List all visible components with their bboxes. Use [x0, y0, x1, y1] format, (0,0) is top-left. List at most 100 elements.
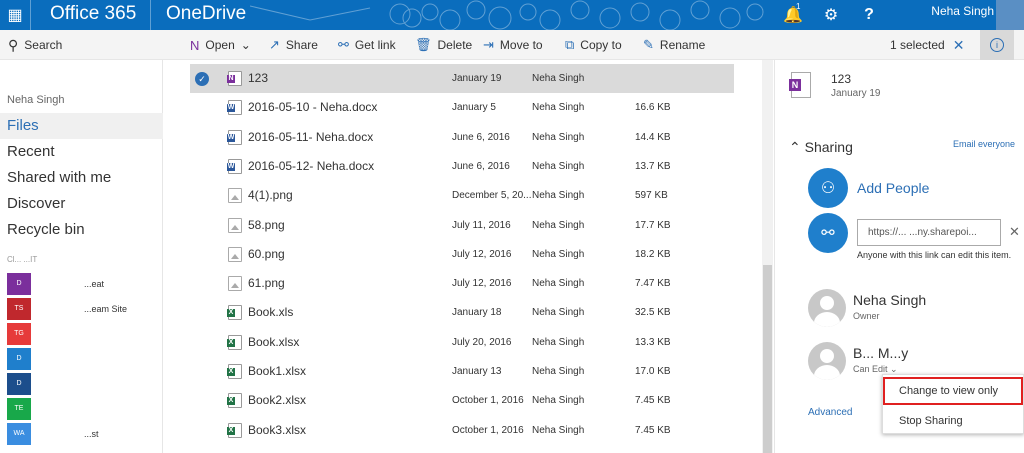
- share-button[interactable]: ↗ Share: [269, 30, 318, 60]
- command-bar: ⚲ Search N Open ⌄ ↗ Share ⚯ Get link 🗑 Delete …: [0, 30, 1024, 60]
- file-size: 13.3 KB: [635, 336, 671, 348]
- share-link-field[interactable]: https://... ...ny.sharepoi...: [857, 219, 1001, 246]
- file-row[interactable]: 61.png July 12, 2016 Neha Singh 7.47 KB: [190, 269, 734, 298]
- waffle-icon[interactable]: ▦: [0, 0, 30, 30]
- file-name[interactable]: 58.png: [248, 211, 285, 240]
- group-badge: D: [7, 348, 31, 370]
- file-name[interactable]: 123: [248, 64, 268, 93]
- file-row[interactable]: X Book3.xlsx October 1, 2016 Neha Singh 7.45…: [190, 416, 734, 445]
- help-icon[interactable]: ?: [851, 0, 887, 30]
- rename-button[interactable]: ✎ Rename: [643, 30, 705, 60]
- get-link-button[interactable]: ⚯ Get link: [338, 30, 396, 60]
- clear-selection-icon[interactable]: ✕: [953, 37, 965, 54]
- group-item[interactable]: D ...eat: [7, 273, 157, 295]
- file-name[interactable]: 4(1).png: [248, 181, 293, 210]
- scrollbar[interactable]: [762, 60, 773, 453]
- file-row[interactable]: 4(1).png December 5, 20... Neha Singh 597 K…: [190, 181, 734, 210]
- app-title[interactable]: OneDrive: [166, 0, 246, 30]
- move-to-label: Move to: [499, 38, 543, 52]
- advanced-link[interactable]: Advanced: [808, 407, 852, 418]
- file-row[interactable]: 60.png July 12, 2016 Neha Singh 18.2 KB: [190, 240, 734, 269]
- word-file-icon: W: [227, 129, 242, 145]
- file-modified-by: Neha Singh: [532, 336, 585, 348]
- user-avatar[interactable]: [996, 0, 1024, 30]
- details-file-name: 123: [831, 72, 852, 86]
- file-modified-by: Neha Singh: [532, 190, 585, 202]
- scrollbar-thumb[interactable]: [763, 265, 772, 453]
- nav-shared[interactable]: Shared with me: [0, 165, 163, 191]
- file-name[interactable]: Book3.xlsx: [248, 416, 306, 445]
- file-row[interactable]: X Book2.xlsx October 1, 2016 Neha Singh 7.45…: [190, 386, 734, 415]
- group-badge: WA: [7, 423, 31, 445]
- group-item[interactable]: TE: [7, 398, 157, 420]
- file-name[interactable]: Book.xls: [248, 298, 293, 327]
- file-name[interactable]: Book.xlsx: [248, 328, 299, 357]
- stop-sharing-item[interactable]: Stop Sharing: [883, 407, 1023, 435]
- file-row[interactable]: X Book.xls January 18 Neha Singh 32.5 KB: [190, 298, 734, 327]
- file-row[interactable]: W 2016-05-11- Neha.docx June 6, 2016 Neha S…: [190, 123, 734, 152]
- file-modified: January 13: [452, 366, 502, 377]
- file-modified-by: Neha Singh: [532, 219, 585, 231]
- remove-link-icon[interactable]: ✕: [1009, 224, 1020, 240]
- move-to-button[interactable]: ⇥ Move to: [483, 30, 543, 60]
- suite-title[interactable]: Office 365: [50, 0, 136, 30]
- nav-files[interactable]: Files: [0, 113, 163, 139]
- file-modified-by: Neha Singh: [532, 395, 585, 407]
- nav-recycle-bin[interactable]: Recycle bin: [0, 217, 163, 243]
- file-name[interactable]: 2016-05-12- Neha.docx: [248, 152, 374, 181]
- divider: [30, 0, 31, 30]
- add-people-icon[interactable]: ⚇: [808, 168, 848, 208]
- group-item[interactable]: TG: [7, 323, 157, 345]
- link-icon[interactable]: ⚯: [808, 213, 848, 253]
- avatar: [808, 342, 846, 380]
- details-pane-button[interactable]: i: [980, 30, 1014, 60]
- file-name[interactable]: 2016-05-11- Neha.docx: [248, 123, 373, 152]
- group-badge: TG: [7, 323, 31, 345]
- file-row[interactable]: 58.png July 11, 2016 Neha Singh 17.7 KB: [190, 211, 734, 240]
- file-modified-by: Neha Singh: [532, 160, 585, 172]
- file-row[interactable]: W 2016-05-12- Neha.docx June 6, 2016 Neha S…: [190, 152, 734, 181]
- open-label: Open: [205, 38, 235, 52]
- file-name[interactable]: Book1.xlsx: [248, 357, 306, 386]
- search-box[interactable]: ⚲ Search: [8, 30, 62, 60]
- group-item[interactable]: WA ...st: [7, 423, 157, 445]
- suite-bar: ▦ Office 365 OneDrive 🔔 1 ⚙ ? Neha Singh: [0, 0, 1024, 30]
- nav-discover[interactable]: Discover: [0, 191, 163, 217]
- link-icon: ⚯: [338, 37, 349, 52]
- delete-button[interactable]: 🗑 Delete: [415, 30, 472, 60]
- nav-recent[interactable]: Recent: [0, 139, 163, 165]
- excel-file-icon: X: [227, 393, 242, 409]
- file-size: 16.6 KB: [635, 102, 671, 114]
- group-item[interactable]: D: [7, 348, 157, 370]
- check-icon[interactable]: ✓: [195, 72, 209, 86]
- open-button[interactable]: N Open ⌄: [190, 30, 251, 60]
- file-size: 597 KB: [635, 190, 668, 202]
- file-modified: January 19: [452, 73, 502, 84]
- copy-to-button[interactable]: ⧉ Copy to: [565, 30, 622, 60]
- file-name[interactable]: 2016-05-10 - Neha.docx: [248, 93, 377, 122]
- bell-icon[interactable]: 🔔 1: [775, 0, 811, 30]
- chevron-down-icon: ⌄: [240, 38, 251, 52]
- word-file-icon: W: [227, 158, 242, 174]
- group-badge: D: [7, 273, 31, 295]
- add-people-link[interactable]: Add People: [857, 180, 929, 196]
- sharing-header[interactable]: ⌃ Sharing: [789, 139, 853, 156]
- user-name[interactable]: Neha Singh: [931, 0, 994, 22]
- change-to-view-only-item[interactable]: Change to view only: [883, 377, 1023, 405]
- file-row[interactable]: ✓ N 123 January 19 Neha Singh: [190, 64, 734, 93]
- file-size: 7.45 KB: [635, 424, 671, 436]
- file-name[interactable]: 60.png: [248, 240, 285, 269]
- group-item[interactable]: TS ...eam Site: [7, 298, 157, 320]
- excel-file-icon: X: [227, 305, 242, 321]
- file-row[interactable]: X Book1.xlsx January 13 Neha Singh 17.0 KB: [190, 357, 734, 386]
- permission-label: Can Edit: [853, 364, 888, 374]
- gear-icon[interactable]: ⚙: [813, 0, 849, 30]
- file-name[interactable]: Book2.xlsx: [248, 386, 306, 415]
- email-everyone-link[interactable]: Email everyone: [953, 139, 1015, 149]
- file-row[interactable]: X Book.xlsx July 20, 2016 Neha Singh 13.3 KB: [190, 328, 734, 357]
- move-icon: ⇥: [483, 37, 494, 52]
- file-name[interactable]: 61.png: [248, 269, 285, 298]
- file-row[interactable]: W 2016-05-10 - Neha.docx January 5 Neha Sin…: [190, 93, 734, 122]
- group-item[interactable]: D: [7, 373, 157, 395]
- file-modified-by: Neha Singh: [532, 307, 585, 319]
